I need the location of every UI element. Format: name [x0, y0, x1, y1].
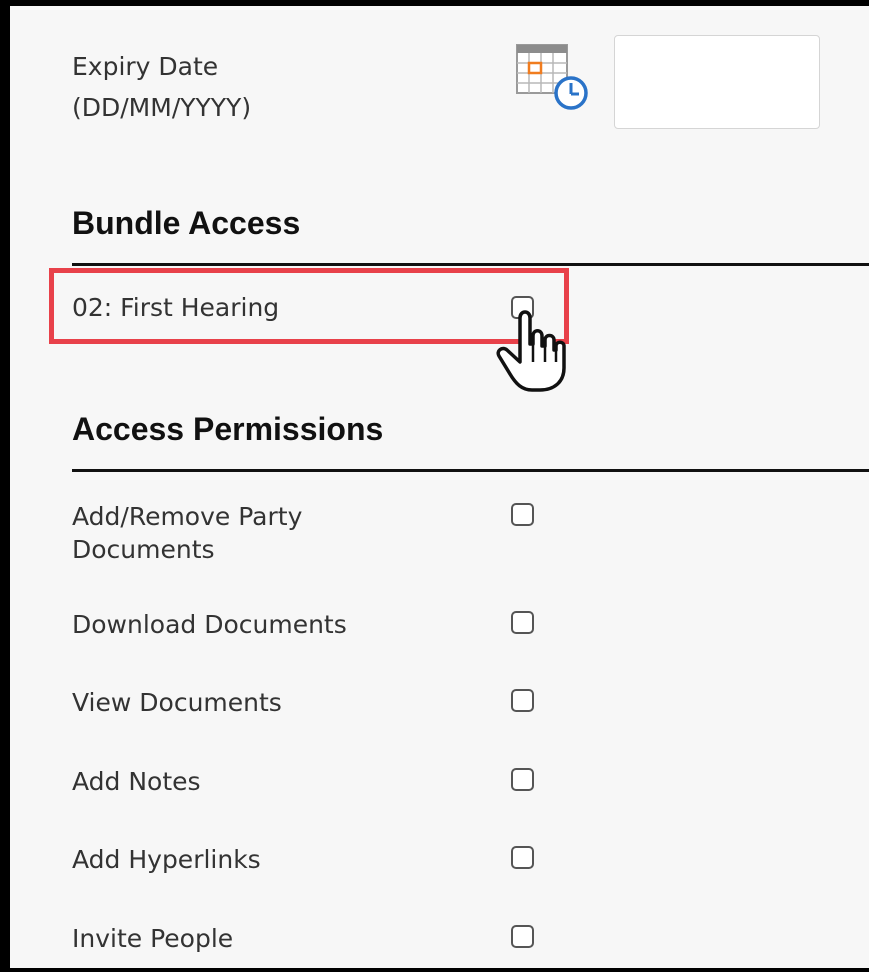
checkbox-view-documents[interactable]: [511, 689, 534, 712]
bundle-access-divider: [72, 263, 869, 266]
permission-label-download-documents: Download Documents: [72, 610, 347, 639]
expiry-date-label-line1: Expiry Date: [72, 52, 219, 81]
checkbox-add-notes[interactable]: [511, 768, 534, 791]
checkbox-invite-people[interactable]: [511, 925, 534, 948]
permission-label-line2: Documents: [72, 535, 215, 564]
hand-pointer-icon: [490, 304, 570, 394]
expiry-date-format-hint: (DD/MM/YYYY): [72, 93, 252, 122]
access-permissions-heading: Access Permissions: [72, 411, 384, 447]
permission-label-invite-people: Invite People: [72, 924, 234, 953]
form-panel: Expiry Date (DD/MM/YYYY) Bundle Access 0…: [0, 0, 869, 972]
permission-label-add-notes: Add Notes: [72, 767, 201, 796]
expiry-date-label: Expiry Date (DD/MM/YYYY): [72, 46, 251, 128]
permission-label-view-documents: View Documents: [72, 688, 282, 717]
access-permissions-divider: [72, 469, 869, 472]
permission-label-add-hyperlinks: Add Hyperlinks: [72, 845, 261, 874]
expiry-date-input[interactable]: [614, 35, 820, 129]
checkbox-add-remove-party-documents[interactable]: [511, 503, 534, 526]
checkbox-add-hyperlinks[interactable]: [511, 846, 534, 869]
permission-label-add-remove-party-documents: Add/Remove Party Documents: [72, 500, 302, 566]
bundle-access-heading: Bundle Access: [72, 205, 301, 241]
permission-label-line1: Add/Remove Party: [72, 502, 303, 531]
calendar-clock-icon[interactable]: [515, 43, 595, 113]
checkbox-download-documents[interactable]: [511, 611, 534, 634]
